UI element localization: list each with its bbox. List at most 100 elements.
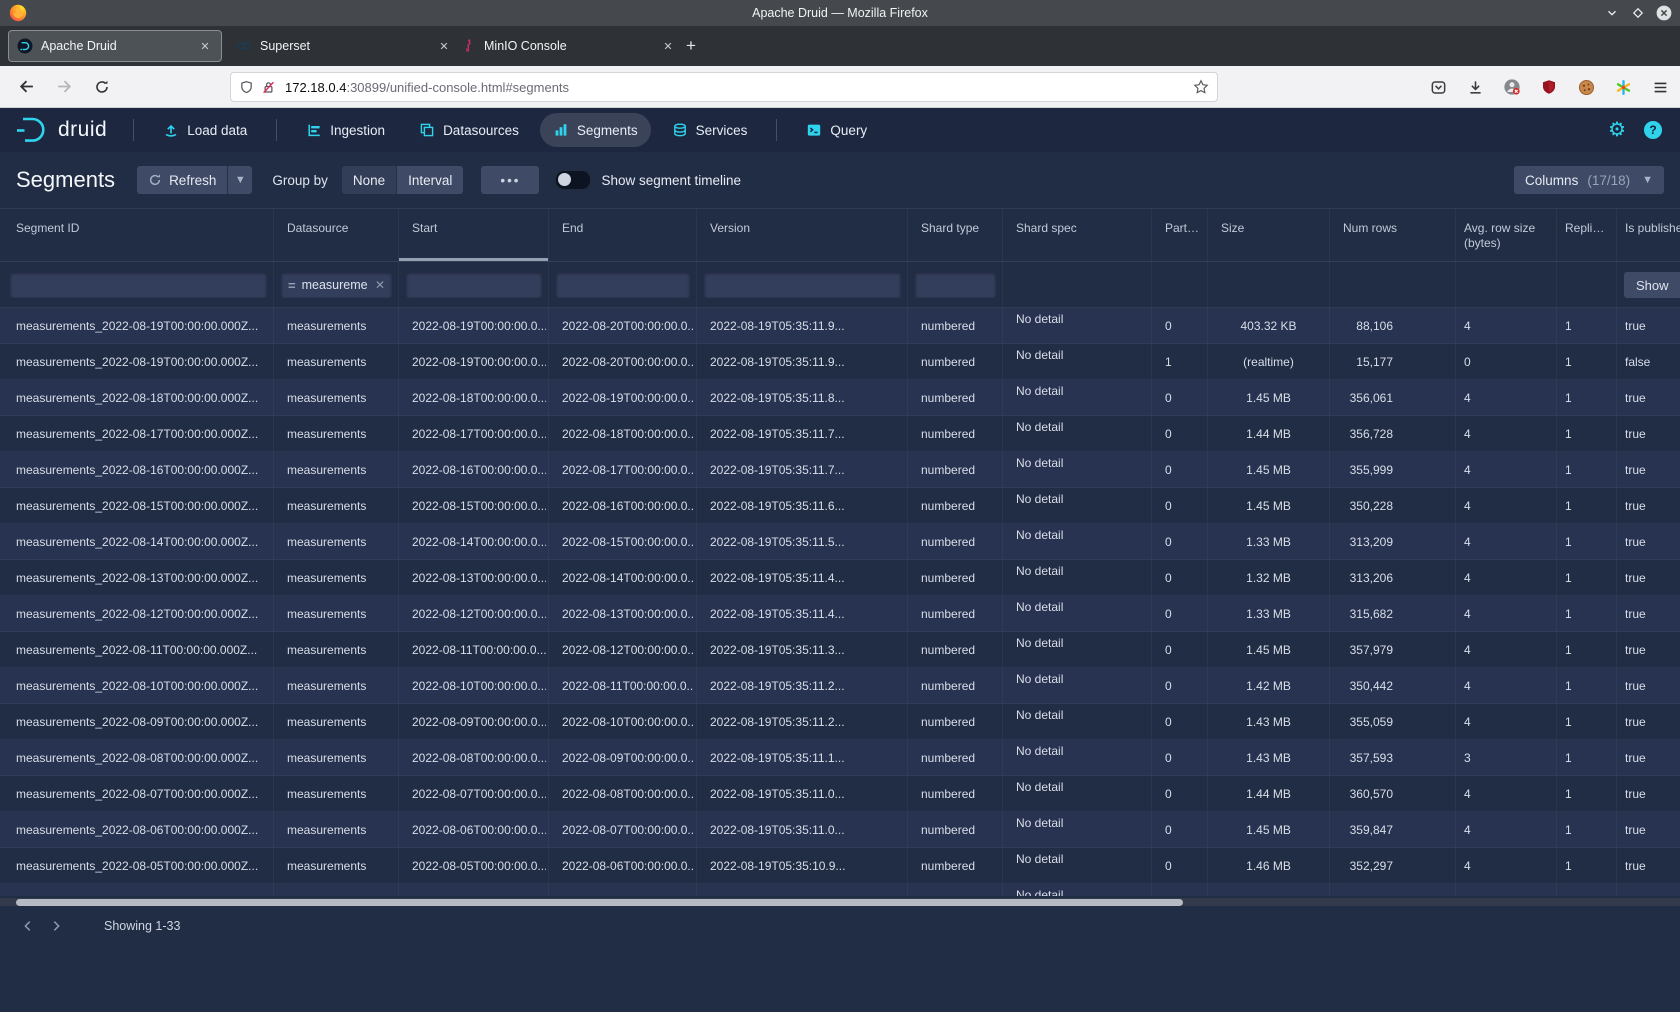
cell-part[interactable]: 0 bbox=[1152, 740, 1208, 775]
cell-pub[interactable]: true bbox=[1617, 740, 1680, 775]
window-titlebar[interactable]: Apache Druid — Mozilla Firefox bbox=[0, 0, 1680, 26]
cell-ver[interactable]: 2022-08-19T05:35:11.7... bbox=[697, 416, 908, 451]
cell-ver[interactable]: 2022-08-19T05:35:11.7... bbox=[697, 452, 908, 487]
cell-avg[interactable]: 4 bbox=[1456, 380, 1557, 415]
cell-rows[interactable]: 360,570 bbox=[1330, 776, 1456, 811]
cell-part[interactable]: 0 bbox=[1152, 776, 1208, 811]
cell-size[interactable]: 1.45 MB bbox=[1208, 488, 1330, 523]
nav-ingestion[interactable]: Ingestion bbox=[293, 113, 398, 147]
window-minimize-icon[interactable] bbox=[1604, 5, 1620, 21]
column-header-partition[interactable]: Partition bbox=[1152, 209, 1208, 261]
cell-rows[interactable]: 88,106 bbox=[1330, 308, 1456, 343]
cell-id[interactable]: measurements_2022-08-07T00:00:00.000Z... bbox=[3, 776, 274, 811]
cell-avg[interactable]: 4 bbox=[1456, 524, 1557, 559]
column-header-avg-row-size[interactable]: Avg. row size (bytes) bbox=[1456, 209, 1557, 261]
cell-size[interactable]: 1.42 MB bbox=[1208, 668, 1330, 703]
cell-ds[interactable]: measurements bbox=[274, 740, 399, 775]
cell-end[interactable]: 2022-08-11T00:00:00.0... bbox=[549, 668, 697, 703]
cell-rep[interactable] bbox=[1557, 884, 1617, 896]
cell-start[interactable]: 2022-08-19T00:00:00.0... bbox=[399, 344, 549, 379]
cell-id[interactable]: measurements_2022-08-08T00:00:00.000Z... bbox=[3, 740, 274, 775]
cell-start[interactable]: 2022-08-05T00:00:00.0... bbox=[399, 848, 549, 883]
cell-ss[interactable]: No detail bbox=[1003, 524, 1152, 559]
cell-id[interactable]: measurements_2022-08-10T00:00:00.000Z... bbox=[3, 668, 274, 703]
cell-size[interactable]: 1.43 MB bbox=[1208, 704, 1330, 739]
nav-load-data[interactable]: Load data bbox=[150, 113, 260, 147]
cell-ds[interactable]: measurements bbox=[274, 632, 399, 667]
cell-size[interactable]: 1.45 MB bbox=[1208, 380, 1330, 415]
next-page-button[interactable] bbox=[42, 914, 70, 938]
cell-start[interactable]: 2022-08-09T00:00:00.0... bbox=[399, 704, 549, 739]
cell-id[interactable]: measurements_2022-08-15T00:00:00.000Z... bbox=[3, 488, 274, 523]
cell-ver[interactable]: 2022-08-19T05:35:10.9... bbox=[697, 848, 908, 883]
cell-ss[interactable]: No detail bbox=[1003, 380, 1152, 415]
cell-avg[interactable] bbox=[1456, 884, 1557, 896]
cell-pub[interactable]: true bbox=[1617, 812, 1680, 847]
cell-rows[interactable]: 356,728 bbox=[1330, 416, 1456, 451]
cell-ss[interactable]: No detail bbox=[1003, 776, 1152, 811]
cell-size[interactable]: 1.45 MB bbox=[1208, 452, 1330, 487]
cell-ds[interactable]: measurements bbox=[274, 524, 399, 559]
druid-logo[interactable]: druid bbox=[14, 115, 107, 145]
cell-id[interactable]: measurements_2022-08-09T00:00:00.000Z... bbox=[3, 704, 274, 739]
cell-ds[interactable]: measurements bbox=[274, 344, 399, 379]
cell-start[interactable]: 2022-08-15T00:00:00.0... bbox=[399, 488, 549, 523]
cell-ds[interactable]: measurements bbox=[274, 668, 399, 703]
cell-ss[interactable]: No detail bbox=[1003, 632, 1152, 667]
filter-end-input[interactable] bbox=[556, 272, 690, 298]
cell-rep[interactable]: 1 bbox=[1557, 308, 1617, 343]
ublock-icon[interactable] bbox=[1539, 77, 1559, 97]
cell-st[interactable]: numbered bbox=[908, 380, 1003, 415]
cell-rep[interactable]: 1 bbox=[1557, 524, 1617, 559]
filter-shard-type-input[interactable] bbox=[915, 272, 996, 298]
bookmark-star-icon[interactable] bbox=[1193, 79, 1209, 95]
cell-avg[interactable]: 3 bbox=[1456, 740, 1557, 775]
column-header-replicas[interactable]: Replicas bbox=[1557, 209, 1617, 261]
group-by-interval-button[interactable]: Interval bbox=[396, 166, 463, 194]
cell-st[interactable]: numbered bbox=[908, 884, 1003, 896]
cell-ver[interactable]: 2022-08-19T05:35:11.8... bbox=[697, 380, 908, 415]
cell-id[interactable]: measurements_2022-08-16T00:00:00.000Z... bbox=[3, 452, 274, 487]
cell-end[interactable]: 2022-08-20T00:00:00.0... bbox=[549, 308, 697, 343]
cell-end[interactable]: 2022-08-19T00:00:00.0... bbox=[549, 380, 697, 415]
cell-part[interactable]: 0 bbox=[1152, 812, 1208, 847]
cell-part[interactable]: 0 bbox=[1152, 560, 1208, 595]
column-header-end[interactable]: End bbox=[549, 209, 697, 261]
cell-size[interactable] bbox=[1208, 884, 1330, 896]
extension-account-icon[interactable] bbox=[1502, 77, 1522, 97]
cell-rows[interactable]: 359,847 bbox=[1330, 812, 1456, 847]
nav-services[interactable]: Services bbox=[659, 113, 761, 147]
cell-end[interactable]: 2022-08-13T00:00:00.0... bbox=[549, 596, 697, 631]
cell-st[interactable]: numbered bbox=[908, 596, 1003, 631]
pocket-icon[interactable] bbox=[1428, 77, 1448, 97]
cell-avg[interactable]: 4 bbox=[1456, 560, 1557, 595]
cell-rows[interactable]: 350,228 bbox=[1330, 488, 1456, 523]
downloads-icon[interactable] bbox=[1465, 77, 1485, 97]
cell-end[interactable]: 2022-08-10T00:00:00.0... bbox=[549, 704, 697, 739]
tab-minio-console[interactable]: MinIO Console ✕ bbox=[452, 30, 684, 62]
cell-start[interactable]: 2022-08-19T00:00:00.0... bbox=[399, 308, 549, 343]
reload-button[interactable] bbox=[88, 73, 116, 101]
horizontal-scrollbar[interactable] bbox=[0, 898, 1680, 906]
cell-ds[interactable]: measurements bbox=[274, 452, 399, 487]
cell-start[interactable]: 2022-08-10T00:00:00.0... bbox=[399, 668, 549, 703]
cell-ds[interactable]: measurements bbox=[274, 308, 399, 343]
cell-start[interactable]: 2022-08-16T00:00:00.0... bbox=[399, 452, 549, 487]
cell-avg[interactable]: 4 bbox=[1456, 416, 1557, 451]
cell-size[interactable]: 1.45 MB bbox=[1208, 812, 1330, 847]
cell-avg[interactable]: 4 bbox=[1456, 812, 1557, 847]
cell-ds[interactable]: measurements bbox=[274, 848, 399, 883]
cell-st[interactable]: numbered bbox=[908, 488, 1003, 523]
cell-pub[interactable]: true bbox=[1617, 560, 1680, 595]
cell-start[interactable]: 2022-08-11T00:00:00.0... bbox=[399, 632, 549, 667]
forward-button[interactable] bbox=[50, 73, 78, 101]
cell-start[interactable]: 2022-08-04T00:00:00.0... bbox=[399, 884, 549, 896]
column-header-size[interactable]: Size bbox=[1208, 209, 1330, 261]
cell-end[interactable]: 2022-08-09T00:00:00.0... bbox=[549, 740, 697, 775]
group-by-none-button[interactable]: None bbox=[342, 166, 396, 194]
cell-pub[interactable]: true bbox=[1617, 848, 1680, 883]
cell-st[interactable]: numbered bbox=[908, 704, 1003, 739]
cell-part[interactable]: 0 bbox=[1152, 380, 1208, 415]
cell-size[interactable]: 1.45 MB bbox=[1208, 632, 1330, 667]
refresh-button[interactable]: Refresh bbox=[137, 166, 227, 194]
